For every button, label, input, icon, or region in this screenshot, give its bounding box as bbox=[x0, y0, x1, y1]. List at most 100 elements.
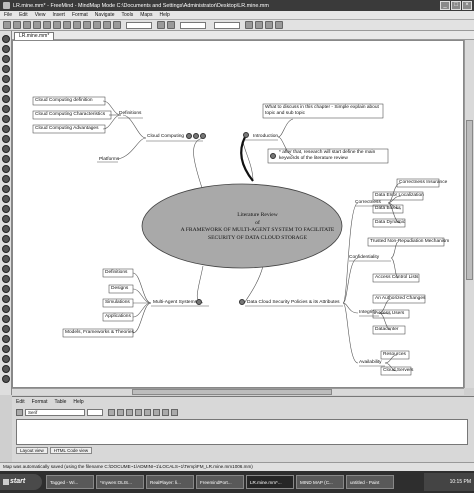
icon-palette-item[interactable] bbox=[2, 75, 10, 83]
underline-icon[interactable] bbox=[126, 409, 133, 416]
font-family-select[interactable] bbox=[180, 21, 206, 29]
forward-icon[interactable] bbox=[113, 21, 121, 29]
menu-tools[interactable]: Tools bbox=[122, 12, 134, 18]
menu-format[interactable]: Format bbox=[72, 12, 88, 18]
zoom-in-icon[interactable] bbox=[157, 21, 165, 29]
maximize-button[interactable]: □ bbox=[451, 1, 461, 10]
center-node[interactable]: Literature Review of A FRAMEWORK OF MULT… bbox=[165, 212, 350, 242]
tab-layout-view[interactable]: Layout view bbox=[16, 447, 48, 454]
node-trusted-non-repudiation[interactable]: Trusted Non-Repudiation Mechanism bbox=[370, 239, 449, 245]
node-confidentiality[interactable]: Confidentiality bbox=[349, 255, 379, 261]
bold-icon[interactable] bbox=[108, 409, 115, 416]
editor-menu-edit[interactable]: Edit bbox=[16, 399, 25, 405]
node-datacenter[interactable]: Datacenter bbox=[375, 327, 398, 333]
node-access-control-lists[interactable]: Access Control Lists bbox=[375, 275, 418, 281]
font-size-select[interactable] bbox=[214, 21, 240, 29]
node-cloud-characteristics[interactable]: Cloud Computing Characteristics bbox=[35, 112, 105, 118]
zoom-select[interactable] bbox=[126, 21, 152, 29]
close-button[interactable]: × bbox=[462, 1, 472, 10]
cut-icon[interactable] bbox=[53, 21, 61, 29]
icon-palette-item[interactable] bbox=[2, 45, 10, 53]
new-map-icon[interactable] bbox=[3, 21, 11, 29]
icon-palette-item[interactable] bbox=[2, 275, 10, 283]
node-availability[interactable]: Availability bbox=[359, 360, 382, 366]
menu-navigate[interactable]: Navigate bbox=[95, 12, 115, 18]
taskbar-item[interactable]: Tagged - Wi... bbox=[46, 475, 94, 489]
redo-icon[interactable] bbox=[93, 21, 101, 29]
icon-palette-item[interactable] bbox=[2, 105, 10, 113]
bold-icon[interactable] bbox=[245, 21, 253, 29]
menu-maps[interactable]: Maps bbox=[140, 12, 152, 18]
menu-insert[interactable]: Insert bbox=[52, 12, 65, 18]
taskbar-item[interactable]: MIND MAP (C... bbox=[296, 475, 344, 489]
note-text-area[interactable] bbox=[16, 419, 468, 445]
icon-palette-item[interactable] bbox=[2, 335, 10, 343]
icon-palette-item[interactable] bbox=[2, 145, 10, 153]
copy-icon[interactable] bbox=[63, 21, 71, 29]
icon-palette-item[interactable] bbox=[2, 215, 10, 223]
icon-palette-item[interactable] bbox=[2, 345, 10, 353]
node-intro-note-1[interactable]: What to discuss in this chapter - Simple… bbox=[265, 105, 383, 117]
node-cloud-computing[interactable]: Cloud Computing bbox=[147, 134, 184, 140]
node-data-dynamic[interactable]: Data Dynamic bbox=[375, 220, 405, 226]
editor-menu-help[interactable]: Help bbox=[73, 399, 83, 405]
paragraph-style-icon[interactable] bbox=[16, 409, 23, 416]
zoom-out-icon[interactable] bbox=[167, 21, 175, 29]
open-icon[interactable] bbox=[13, 21, 21, 29]
icon-palette-item[interactable] bbox=[2, 195, 10, 203]
taskbar-item[interactable]: *mywen:OLIS... bbox=[96, 475, 144, 489]
node-mas-applications[interactable]: Applications bbox=[105, 314, 131, 320]
node-security-policies[interactable]: Data Cloud Security Policies & its Attri… bbox=[247, 300, 340, 306]
save-icon[interactable] bbox=[23, 21, 31, 29]
tab-lr-mine[interactable]: LR.mine.mm* bbox=[14, 32, 55, 40]
icon-palette-item[interactable] bbox=[2, 35, 10, 43]
start-button[interactable]: start bbox=[0, 474, 42, 490]
icon-palette-item[interactable] bbox=[2, 135, 10, 143]
icon-palette-item[interactable] bbox=[2, 355, 10, 363]
icon-palette-item[interactable] bbox=[2, 205, 10, 213]
vertical-scrollbar[interactable] bbox=[464, 40, 474, 388]
icon-palette-item[interactable] bbox=[2, 125, 10, 133]
taskbar-item[interactable]: FreemindPort... bbox=[196, 475, 244, 489]
node-data-error-localization[interactable]: Data Error Localization bbox=[375, 193, 424, 199]
paste-icon[interactable] bbox=[73, 21, 81, 29]
icon-palette-item[interactable] bbox=[2, 185, 10, 193]
align-left-icon[interactable] bbox=[153, 409, 160, 416]
node-mas-models[interactable]: Models, Frameworks & Theories bbox=[65, 330, 134, 336]
icon-palette-item[interactable] bbox=[2, 225, 10, 233]
icon-palette-item[interactable] bbox=[2, 295, 10, 303]
node-authorized-changes[interactable]: An Authorized Changes bbox=[375, 296, 425, 302]
cloud-icon[interactable] bbox=[265, 21, 273, 29]
node-resources[interactable]: Resources bbox=[383, 352, 406, 358]
minimize-button[interactable]: _ bbox=[440, 1, 450, 10]
tab-html-code-view[interactable]: HTML Code view bbox=[49, 447, 93, 454]
node-platforms[interactable]: Platforms bbox=[99, 157, 119, 163]
icon-palette-item[interactable] bbox=[2, 55, 10, 63]
icon-palette-item[interactable] bbox=[2, 305, 10, 313]
print-icon[interactable] bbox=[43, 21, 51, 29]
node-cloud-def[interactable]: Cloud Computing definition bbox=[35, 98, 93, 104]
icon-palette-item[interactable] bbox=[2, 265, 10, 273]
node-access-users[interactable]: Access Users bbox=[375, 311, 404, 317]
taskbar-item-active[interactable]: LR.mine.mm*... bbox=[246, 475, 294, 489]
node-multi-agent[interactable]: Multi-Agent Systems bbox=[153, 300, 197, 306]
editor-size-select[interactable] bbox=[87, 409, 103, 416]
icon-palette-item[interactable] bbox=[2, 245, 10, 253]
menu-view[interactable]: View bbox=[35, 12, 46, 18]
menu-edit[interactable]: Edit bbox=[19, 12, 28, 18]
align-center-icon[interactable] bbox=[162, 409, 169, 416]
icon-palette-item[interactable] bbox=[2, 375, 10, 383]
menu-file[interactable]: File bbox=[4, 12, 12, 18]
vertical-scroll-thumb[interactable] bbox=[466, 120, 473, 280]
node-definitions[interactable]: Definitions bbox=[119, 111, 141, 117]
color-icon[interactable] bbox=[144, 409, 151, 416]
icon-palette-item[interactable] bbox=[2, 155, 10, 163]
icon-palette-item[interactable] bbox=[2, 85, 10, 93]
node-mas-simulations[interactable]: Simulations bbox=[105, 300, 130, 306]
strikethrough-icon[interactable] bbox=[135, 409, 142, 416]
icon-palette-item[interactable] bbox=[2, 315, 10, 323]
icon-palette-item[interactable] bbox=[2, 175, 10, 183]
node-intro-note-2[interactable]: * after that, research will start define… bbox=[279, 150, 387, 162]
node-integrity[interactable]: Integrity bbox=[359, 310, 376, 316]
icon-palette-item[interactable] bbox=[2, 115, 10, 123]
